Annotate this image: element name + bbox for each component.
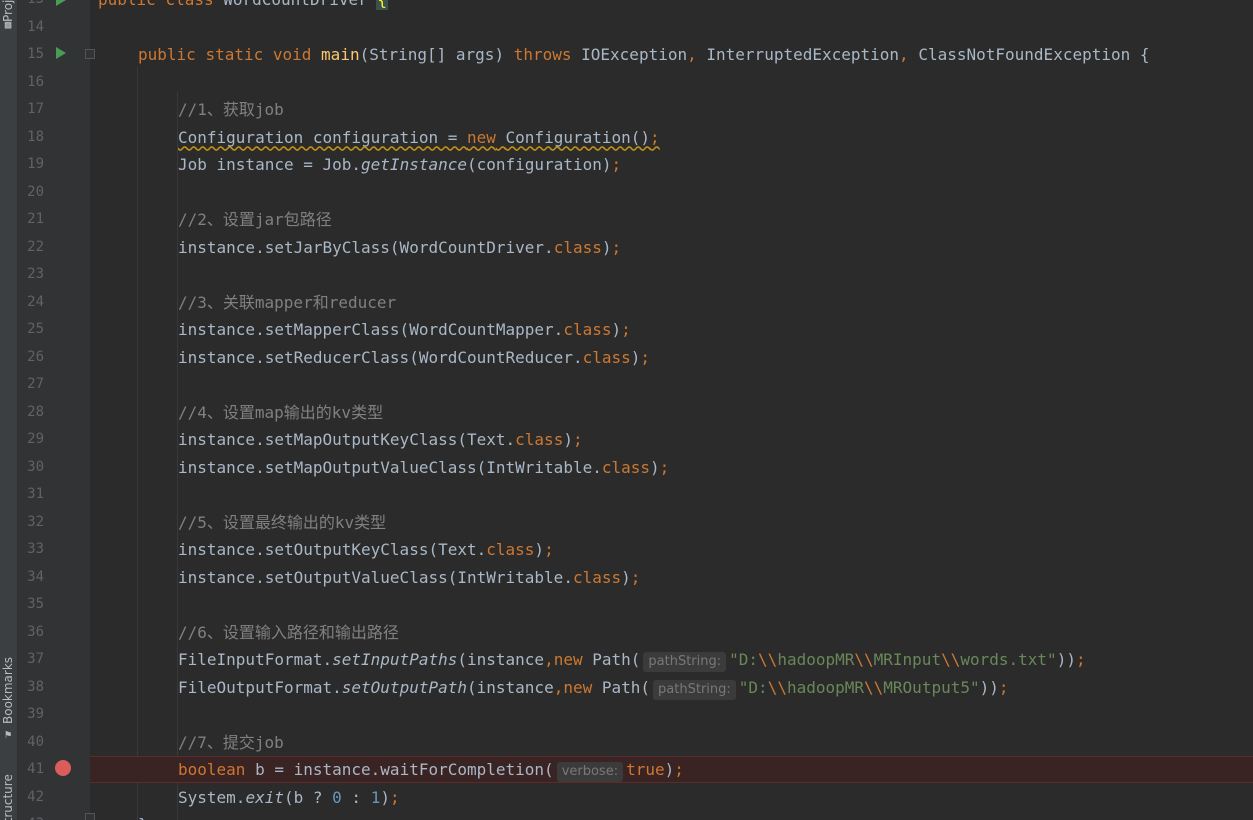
line-number: 19 [27, 156, 44, 172]
code-line-34[interactable]: instance.setOutputValueClass(IntWritable… [178, 564, 640, 592]
code-line-42[interactable]: System.exit(b ? 0 : 1); [178, 784, 400, 812]
fold-method-icon[interactable] [85, 49, 95, 59]
code-line-19[interactable]: Job instance = Job.getInstance(configura… [178, 151, 621, 179]
code-line-30[interactable]: instance.setMapOutputValueClass(IntWrita… [178, 454, 669, 482]
code-line-28[interactable]: //4、设置map输出的kv类型 [178, 399, 383, 427]
line-number: 24 [27, 293, 44, 310]
line-number: 30 [27, 458, 44, 475]
line-number: 43 [18, 811, 44, 820]
code-line-13[interactable]: public class WordCountDriver { [98, 0, 388, 14]
line-number: 25 [27, 321, 44, 337]
run-class-icon[interactable] [56, 0, 66, 6]
code-line-38[interactable]: FileOutputFormat.setOutputPath(instance,… [178, 674, 1009, 702]
parameter-hint: pathString: [643, 652, 727, 672]
line-number: 41 [27, 761, 44, 777]
code-line-33[interactable]: instance.setOutputKeyClass(Text.class); [178, 536, 554, 564]
code-line-22[interactable]: instance.setJarByClass(WordCountDriver.c… [178, 234, 621, 262]
code-line-24[interactable]: //3、关联mapper和reducer [178, 289, 396, 317]
code-line-32[interactable]: //5、设置最终输出的kv类型 [178, 509, 386, 537]
code-line-26[interactable]: instance.setReducerClass(WordCountReduce… [178, 344, 650, 372]
line-number: 33 [27, 541, 44, 557]
line-number: 34 [27, 568, 44, 585]
code-line-25[interactable]: instance.setMapperClass(WordCountMapper.… [178, 316, 631, 344]
code-line-36[interactable]: //6、设置输入路径和输出路径 [178, 619, 399, 647]
code-line-18[interactable]: Configuration configuration = new Config… [178, 124, 660, 152]
line-number: 22 [27, 238, 44, 255]
code-line-37[interactable]: FileInputFormat.setInputPaths(instance,n… [178, 646, 1086, 674]
line-number: 21 [27, 211, 44, 227]
line-number: 38 [27, 678, 44, 695]
line-number: 16 [27, 73, 44, 90]
code-line-43[interactable]: } [138, 811, 148, 820]
line-number: 15 [27, 46, 44, 62]
line-number: 42 [27, 788, 44, 805]
line-number: 36 [27, 623, 44, 640]
code-line-17[interactable]: //1、获取job [178, 96, 284, 124]
line-number: 23 [27, 266, 44, 282]
line-number: 27 [27, 376, 44, 392]
code-line-15[interactable]: public static void main(String[] args) t… [138, 41, 1150, 69]
line-number: 40 [27, 733, 44, 750]
parameter-hint: verbose: [556, 762, 624, 782]
code-line-40[interactable]: //7、提交job [178, 729, 284, 757]
line-number: 39 [27, 706, 44, 722]
line-number: 17 [27, 101, 44, 117]
line-number: 26 [27, 348, 44, 365]
line-number: 31 [27, 486, 44, 502]
line-number: 37 [27, 651, 44, 667]
ide-window: Project ▩ Bookmarks ⚑ Structure 13 14 15… [0, 0, 1253, 820]
line-number: 14 [27, 18, 44, 35]
line-number: 20 [27, 183, 44, 200]
line-number: 35 [27, 596, 44, 612]
line-number: 32 [27, 513, 44, 530]
run-main-icon[interactable] [56, 47, 66, 59]
code-line-29[interactable]: instance.setMapOutputKeyClass(Text.class… [178, 426, 583, 454]
fold-method-end-icon[interactable] [85, 813, 95, 820]
line-number: 29 [27, 431, 44, 447]
line-number: 28 [27, 403, 44, 420]
line-number: 18 [27, 128, 44, 145]
line-number: 13 [18, 0, 44, 14]
parameter-hint: pathString: [653, 679, 736, 700]
code-line-41[interactable]: boolean b = instance.waitForCompletion(v… [178, 756, 684, 784]
breakpoint-icon[interactable] [55, 760, 71, 776]
code-line-21[interactable]: //2、设置jar包路径 [178, 206, 332, 234]
